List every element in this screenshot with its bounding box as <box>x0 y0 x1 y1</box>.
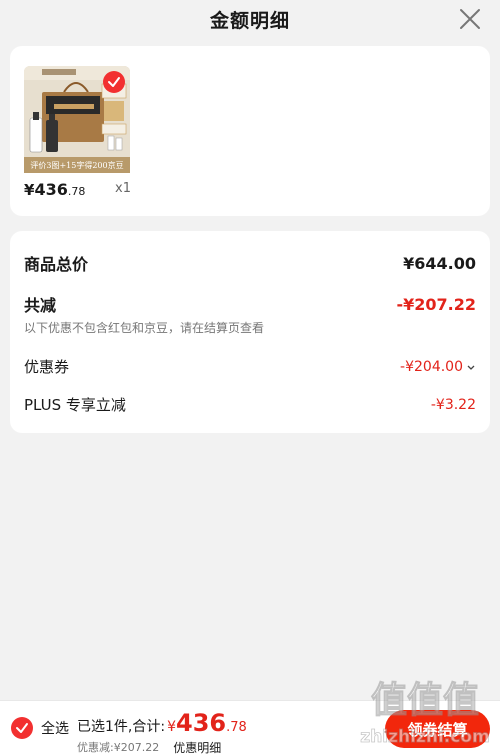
amount-int: 436 <box>176 709 227 737</box>
price-dec: .78 <box>67 185 86 198</box>
total-row: 商品总价 ¥644.00 <box>24 251 476 275</box>
summary-card: 商品总价 ¥644.00 共减 -¥207.22 以下优惠不包含红包和京豆，请在… <box>10 231 490 433</box>
total-value: ¥644.00 <box>403 253 476 273</box>
coupon-value-wrap[interactable]: -¥204.00 <box>400 359 476 375</box>
product-price: ¥436.78 <box>24 180 85 199</box>
amount-dec: .78 <box>226 720 247 735</box>
reduce-label: 共减 <box>24 296 57 315</box>
chevron-down-icon[interactable] <box>466 362 476 372</box>
reduce-row: 共减 -¥207.22 <box>24 292 476 316</box>
reduce-value: -¥207.22 <box>396 294 476 314</box>
coupon-value: -¥204.00 <box>400 358 463 375</box>
discount-text: 优惠减:¥207.22 <box>77 741 160 754</box>
plus-row: PLUS 专享立减 -¥3.22 <box>24 394 476 415</box>
plus-value: -¥3.22 <box>430 396 476 413</box>
amount-symbol: ¥ <box>167 719 176 735</box>
coupon-label: 优惠券 <box>24 358 70 376</box>
total-label: 商品总价 <box>24 255 89 274</box>
coupon-row[interactable]: 优惠券 -¥204.00 <box>24 356 476 377</box>
plus-label: PLUS 专享立减 <box>24 396 126 414</box>
discount-detail-link[interactable]: 优惠明细 <box>173 739 221 755</box>
select-all-label[interactable]: 全选 <box>41 718 69 738</box>
selected-text: 已选1件,合计: <box>77 719 166 735</box>
page-title: 金额明细 <box>209 9 290 32</box>
discount-note: 以下优惠不包含红包和京豆，请在结算页查看 <box>24 321 265 335</box>
product-card: 评价3图+15字得200京豆 ¥436.78 x1 <box>10 46 490 216</box>
price-int: 436 <box>34 180 68 199</box>
product-banner: 评价3图+15字得200京豆 <box>24 157 130 173</box>
product-quantity: x1 <box>115 181 131 196</box>
close-icon[interactable] <box>458 7 482 31</box>
checkout-button[interactable]: 领券结算 <box>385 710 490 748</box>
total-summary: 已选1件,合计: ¥ 436 .78 <box>77 709 247 737</box>
product-check-icon[interactable] <box>103 71 125 93</box>
select-all-check-icon[interactable] <box>11 717 33 739</box>
price-symbol: ¥ <box>24 181 35 199</box>
discount-summary: 优惠减:¥207.22 优惠明细 <box>77 739 221 755</box>
header: 金额明细 <box>0 0 500 38</box>
bottom-bar: 全选 已选1件,合计: ¥ 436 .78 优惠减:¥207.22 优惠明细 领… <box>0 700 500 755</box>
